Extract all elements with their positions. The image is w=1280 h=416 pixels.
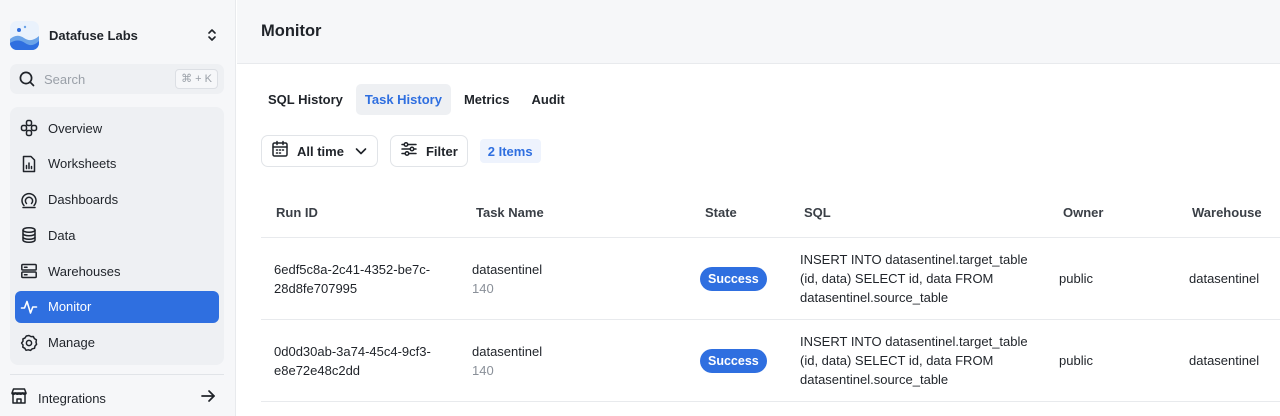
- run-id-cell: 0d0d30ab-3a74-45c4-9cf3- e8e72e48c2dd: [274, 342, 431, 380]
- run-id-line: 28d8fe707995: [274, 281, 358, 296]
- chevron-up-down-icon[interactable]: [204, 27, 220, 43]
- sidebar-item-label: Dashboards: [48, 192, 119, 208]
- sidebar-item-label: Data: [48, 227, 76, 243]
- run-id-line: 6edf5c8a-2c41-4352-be7c-: [274, 262, 431, 277]
- sql-line: datasentinel.source_table: [800, 290, 949, 305]
- main-nav: Overview Worksheets Dashboards Data Ware…: [10, 107, 224, 365]
- toolbar: All time Filter 2 Items: [261, 135, 541, 167]
- sidebar-divider: [10, 374, 224, 375]
- overview-icon: [20, 119, 38, 137]
- owner-cell: public: [1059, 353, 1093, 368]
- database-icon: [20, 226, 38, 244]
- task-name-cell: datasentinel 140: [472, 260, 542, 298]
- owner-cell: public: [1059, 271, 1093, 286]
- task-id: 140: [472, 363, 494, 378]
- status-badge: Success: [700, 349, 767, 373]
- items-count-badge: 2 Items: [479, 139, 541, 163]
- table-header: Run ID Task Name State SQL Owner Warehou…: [261, 186, 1280, 238]
- store-icon: [10, 387, 28, 410]
- task-name: datasentinel: [472, 262, 543, 277]
- org-name: Datafuse Labs: [49, 27, 138, 43]
- status-badge: Success: [700, 267, 767, 291]
- sql-line: INSERT INTO datasentinel.target_table: [800, 334, 1028, 349]
- task-name-cell: datasentinel 140: [472, 342, 542, 380]
- dashboard-icon: [20, 191, 38, 209]
- task-name: datasentinel: [472, 344, 543, 359]
- time-range-dropdown[interactable]: All time: [261, 135, 378, 167]
- column-header-run-id[interactable]: Run ID: [276, 205, 318, 220]
- sidebar-item-label: Worksheets: [48, 156, 117, 172]
- page-header: Monitor: [237, 0, 1280, 64]
- sidebar-item-warehouses[interactable]: Warehouses: [15, 255, 219, 287]
- server-icon: [20, 262, 38, 280]
- time-range-label: All time: [297, 143, 344, 159]
- table-row[interactable]: 6edf5c8a-2c41-4352-be7c- 28d8fe707995 da…: [261, 238, 1280, 320]
- task-history-table: Run ID Task Name State SQL Owner Warehou…: [261, 186, 1280, 402]
- sidebar-item-integrations[interactable]: Integrations: [10, 384, 216, 412]
- sql-cell: INSERT INTO datasentinel.target_table (i…: [800, 332, 1028, 389]
- worksheet-icon: [20, 155, 38, 173]
- page-title: Monitor: [261, 22, 322, 40]
- sidebar-item-dashboards[interactable]: Dashboards: [15, 184, 219, 216]
- sidebar-item-label: Integrations: [38, 390, 106, 406]
- column-header-warehouse[interactable]: Warehouse: [1192, 205, 1262, 220]
- run-id-line: 0d0d30ab-3a74-45c4-9cf3-: [274, 344, 431, 359]
- pulse-icon: [20, 298, 38, 316]
- sql-line: INSERT INTO datasentinel.target_table: [800, 252, 1028, 267]
- sidebar-item-label: Warehouses: [48, 263, 121, 279]
- arrow-right-icon[interactable]: [200, 388, 216, 409]
- warehouse-cell: datasentinel: [1189, 353, 1260, 368]
- search-shortcut: ⌘ + K: [175, 69, 218, 89]
- column-header-state[interactable]: State: [705, 205, 737, 220]
- main-content: Monitor SQL History Task History Metrics…: [237, 0, 1280, 416]
- sql-cell: INSERT INTO datasentinel.target_table (i…: [800, 250, 1028, 307]
- tab-sql-history[interactable]: SQL History: [259, 84, 352, 115]
- org-switcher[interactable]: Datafuse Labs: [10, 20, 226, 50]
- filter-sliders-icon: [400, 140, 418, 163]
- search-box[interactable]: ⌘ + K: [10, 64, 224, 94]
- sidebar-item-manage[interactable]: Manage: [15, 327, 219, 359]
- tab-metrics[interactable]: Metrics: [455, 84, 519, 115]
- sidebar-item-overview[interactable]: Overview: [15, 112, 219, 144]
- column-header-task-name[interactable]: Task Name: [476, 205, 544, 220]
- run-id-cell: 6edf5c8a-2c41-4352-be7c- 28d8fe707995: [274, 260, 430, 298]
- search-input[interactable]: [44, 71, 164, 87]
- sidebar-item-label: Manage: [48, 335, 95, 351]
- gear-icon: [20, 334, 38, 352]
- sidebar-item-label: Overview: [48, 120, 103, 136]
- table-row[interactable]: 0d0d30ab-3a74-45c4-9cf3- e8e72e48c2dd da…: [261, 320, 1280, 402]
- calendar-icon: [271, 140, 289, 163]
- column-header-owner[interactable]: Owner: [1063, 205, 1103, 220]
- sql-line: (id, data) SELECT id, data FROM: [800, 271, 994, 286]
- run-id-line: e8e72e48c2dd: [274, 363, 361, 378]
- filter-button[interactable]: Filter: [389, 135, 468, 167]
- sidebar-item-label: Monitor: [48, 299, 92, 315]
- chevron-down-icon: [354, 144, 368, 158]
- column-header-sql[interactable]: SQL: [804, 205, 831, 220]
- sidebar: Datafuse Labs ⌘ + K Overview: [0, 0, 236, 416]
- tab-task-history[interactable]: Task History: [355, 84, 451, 115]
- sidebar-item-monitor[interactable]: Monitor: [15, 290, 219, 323]
- sql-line: (id, data) SELECT id, data FROM: [800, 353, 994, 368]
- monitor-tabs: SQL History Task History Metrics Audit: [259, 84, 578, 115]
- warehouse-cell: datasentinel: [1189, 271, 1260, 286]
- task-id: 140: [472, 281, 494, 296]
- tab-audit[interactable]: Audit: [523, 84, 574, 115]
- sidebar-item-data[interactable]: Data: [15, 219, 219, 251]
- sidebar-item-worksheets[interactable]: Worksheets: [15, 148, 219, 180]
- filter-label: Filter: [425, 143, 458, 159]
- sql-line: datasentinel.source_table: [800, 372, 949, 387]
- search-icon: [18, 70, 36, 88]
- org-logo-icon: [10, 20, 39, 50]
